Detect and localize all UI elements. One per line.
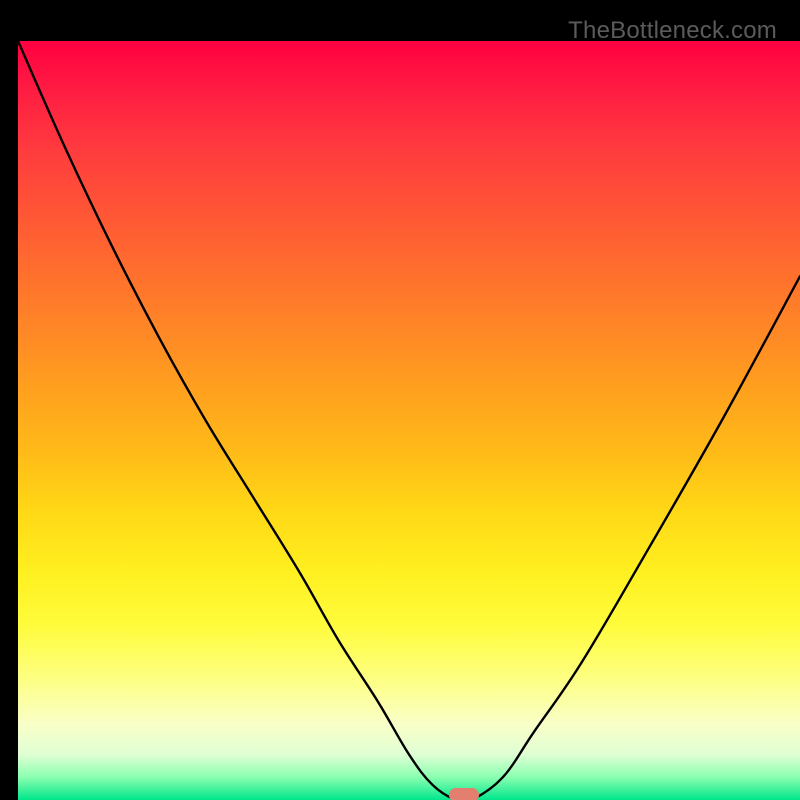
optimal-marker	[449, 788, 479, 800]
curve-path	[18, 41, 800, 800]
chart-frame: TheBottleneck.com	[9, 9, 791, 791]
bottleneck-curve	[18, 41, 800, 800]
watermark-text: TheBottleneck.com	[568, 17, 777, 45]
plot-area	[18, 41, 800, 800]
